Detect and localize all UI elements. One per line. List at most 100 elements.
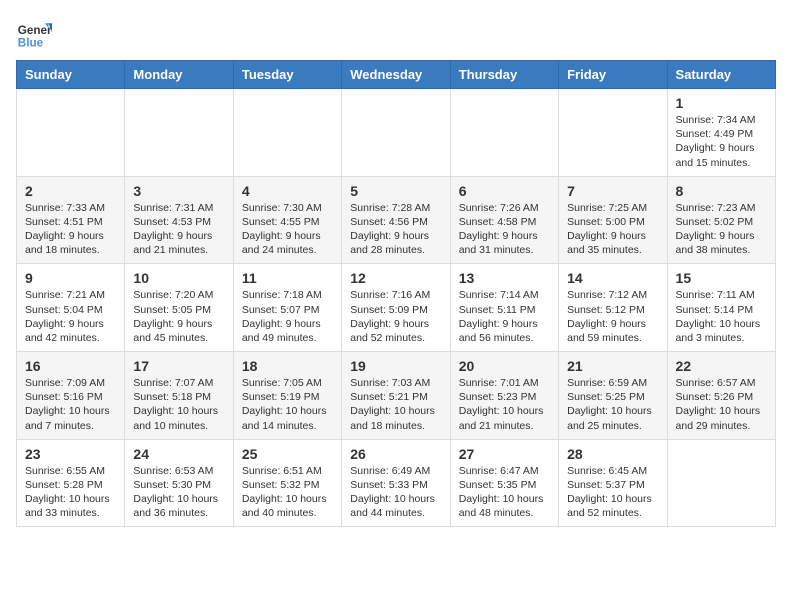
day-number: 28 (567, 446, 658, 462)
calendar-cell: 24 Sunrise: 6:53 AM Sunset: 5:30 PM Dayli… (125, 439, 233, 527)
calendar-week-row: 16 Sunrise: 7:09 AM Sunset: 5:16 PM Dayli… (17, 352, 776, 440)
cell-content: Sunrise: 7:05 AM Sunset: 5:19 PM Dayligh… (242, 376, 333, 433)
calendar-header-row: SundayMondayTuesdayWednesdayThursdayFrid… (17, 61, 776, 89)
calendar-cell: 4 Sunrise: 7:30 AM Sunset: 4:55 PM Daylig… (233, 176, 341, 264)
calendar-cell: 27 Sunrise: 6:47 AM Sunset: 5:35 PM Dayli… (450, 439, 558, 527)
calendar-cell: 9Sunrise: 7:21 AM Sunset: 5:04 PM Daylig… (17, 264, 125, 352)
day-number: 9 (25, 270, 116, 286)
calendar-cell: 7 Sunrise: 7:25 AM Sunset: 5:00 PM Daylig… (559, 176, 667, 264)
calendar-week-row: 1 Sunrise: 7:34 AM Sunset: 4:49 PM Daylig… (17, 89, 776, 177)
cell-content: Sunrise: 6:47 AM Sunset: 5:35 PM Dayligh… (459, 464, 550, 521)
svg-text:General: General (18, 24, 52, 37)
col-header-wednesday: Wednesday (342, 61, 450, 89)
day-number: 23 (25, 446, 116, 462)
calendar-cell: 23 Sunrise: 6:55 AM Sunset: 5:28 PM Dayli… (17, 439, 125, 527)
calendar-cell (233, 89, 341, 177)
page-header: General Blue (16, 16, 776, 52)
cell-content: Sunrise: 7:25 AM Sunset: 5:00 PM Dayligh… (567, 201, 658, 258)
calendar-cell: 12 Sunrise: 7:16 AM Sunset: 5:09 PM Dayli… (342, 264, 450, 352)
day-number: 5 (350, 183, 441, 199)
calendar-cell: 6 Sunrise: 7:26 AM Sunset: 4:58 PM Daylig… (450, 176, 558, 264)
cell-content: Sunrise: 6:45 AM Sunset: 5:37 PM Dayligh… (567, 464, 658, 521)
cell-content: Sunrise: 7:12 AM Sunset: 5:12 PM Dayligh… (567, 288, 658, 345)
calendar-cell (450, 89, 558, 177)
day-number: 3 (133, 183, 224, 199)
calendar-cell: 10 Sunrise: 7:20 AM Sunset: 5:05 PM Dayli… (125, 264, 233, 352)
cell-content: Sunrise: 6:57 AM Sunset: 5:26 PM Dayligh… (676, 376, 767, 433)
calendar-cell: 28 Sunrise: 6:45 AM Sunset: 5:37 PM Dayli… (559, 439, 667, 527)
calendar-cell: 19Sunrise: 7:03 AM Sunset: 5:21 PM Dayli… (342, 352, 450, 440)
calendar-cell: 16 Sunrise: 7:09 AM Sunset: 5:16 PM Dayli… (17, 352, 125, 440)
calendar-cell: 13Sunrise: 7:14 AM Sunset: 5:11 PM Dayli… (450, 264, 558, 352)
cell-content: Sunrise: 6:53 AM Sunset: 5:30 PM Dayligh… (133, 464, 224, 521)
calendar-week-row: 23 Sunrise: 6:55 AM Sunset: 5:28 PM Dayli… (17, 439, 776, 527)
day-number: 15 (676, 270, 767, 286)
cell-content: Sunrise: 7:20 AM Sunset: 5:05 PM Dayligh… (133, 288, 224, 345)
day-number: 16 (25, 358, 116, 374)
calendar-cell: 20 Sunrise: 7:01 AM Sunset: 5:23 PM Dayli… (450, 352, 558, 440)
day-number: 27 (459, 446, 550, 462)
calendar-cell: 2 Sunrise: 7:33 AM Sunset: 4:51 PM Daylig… (17, 176, 125, 264)
day-number: 7 (567, 183, 658, 199)
day-number: 12 (350, 270, 441, 286)
day-number: 2 (25, 183, 116, 199)
calendar-cell: 14 Sunrise: 7:12 AM Sunset: 5:12 PM Dayli… (559, 264, 667, 352)
day-number: 17 (133, 358, 224, 374)
day-number: 6 (459, 183, 550, 199)
calendar-cell: 17 Sunrise: 7:07 AM Sunset: 5:18 PM Dayli… (125, 352, 233, 440)
day-number: 14 (567, 270, 658, 286)
calendar-cell: 3 Sunrise: 7:31 AM Sunset: 4:53 PM Daylig… (125, 176, 233, 264)
calendar-cell: 15Sunrise: 7:11 AM Sunset: 5:14 PM Dayli… (667, 264, 775, 352)
day-number: 21 (567, 358, 658, 374)
day-number: 1 (676, 95, 767, 111)
calendar-cell: 5Sunrise: 7:28 AM Sunset: 4:56 PM Daylig… (342, 176, 450, 264)
calendar-cell (342, 89, 450, 177)
logo-icon: General Blue (16, 16, 52, 52)
cell-content: Sunrise: 6:49 AM Sunset: 5:33 PM Dayligh… (350, 464, 441, 521)
calendar-cell: 11 Sunrise: 7:18 AM Sunset: 5:07 PM Dayli… (233, 264, 341, 352)
day-number: 8 (676, 183, 767, 199)
day-number: 18 (242, 358, 333, 374)
calendar-cell: 1 Sunrise: 7:34 AM Sunset: 4:49 PM Daylig… (667, 89, 775, 177)
cell-content: Sunrise: 6:51 AM Sunset: 5:32 PM Dayligh… (242, 464, 333, 521)
cell-content: Sunrise: 7:09 AM Sunset: 5:16 PM Dayligh… (25, 376, 116, 433)
col-header-saturday: Saturday (667, 61, 775, 89)
day-number: 11 (242, 270, 333, 286)
col-header-tuesday: Tuesday (233, 61, 341, 89)
cell-content: Sunrise: 7:26 AM Sunset: 4:58 PM Dayligh… (459, 201, 550, 258)
calendar-cell: 8 Sunrise: 7:23 AM Sunset: 5:02 PM Daylig… (667, 176, 775, 264)
calendar-week-row: 2 Sunrise: 7:33 AM Sunset: 4:51 PM Daylig… (17, 176, 776, 264)
cell-content: Sunrise: 7:31 AM Sunset: 4:53 PM Dayligh… (133, 201, 224, 258)
col-header-sunday: Sunday (17, 61, 125, 89)
day-number: 24 (133, 446, 224, 462)
calendar-cell (125, 89, 233, 177)
cell-content: Sunrise: 7:30 AM Sunset: 4:55 PM Dayligh… (242, 201, 333, 258)
logo: General Blue (16, 16, 56, 52)
cell-content: Sunrise: 7:01 AM Sunset: 5:23 PM Dayligh… (459, 376, 550, 433)
calendar-cell (17, 89, 125, 177)
cell-content: Sunrise: 7:03 AM Sunset: 5:21 PM Dayligh… (350, 376, 441, 433)
day-number: 25 (242, 446, 333, 462)
day-number: 20 (459, 358, 550, 374)
svg-text:Blue: Blue (18, 37, 44, 50)
cell-content: Sunrise: 7:16 AM Sunset: 5:09 PM Dayligh… (350, 288, 441, 345)
cell-content: Sunrise: 7:23 AM Sunset: 5:02 PM Dayligh… (676, 201, 767, 258)
col-header-thursday: Thursday (450, 61, 558, 89)
calendar-table: SundayMondayTuesdayWednesdayThursdayFrid… (16, 60, 776, 527)
calendar-cell: 26Sunrise: 6:49 AM Sunset: 5:33 PM Dayli… (342, 439, 450, 527)
cell-content: Sunrise: 7:18 AM Sunset: 5:07 PM Dayligh… (242, 288, 333, 345)
cell-content: Sunrise: 7:33 AM Sunset: 4:51 PM Dayligh… (25, 201, 116, 258)
day-number: 4 (242, 183, 333, 199)
day-number: 22 (676, 358, 767, 374)
col-header-monday: Monday (125, 61, 233, 89)
calendar-cell (667, 439, 775, 527)
calendar-week-row: 9Sunrise: 7:21 AM Sunset: 5:04 PM Daylig… (17, 264, 776, 352)
calendar-cell: 22 Sunrise: 6:57 AM Sunset: 5:26 PM Dayli… (667, 352, 775, 440)
cell-content: Sunrise: 7:07 AM Sunset: 5:18 PM Dayligh… (133, 376, 224, 433)
cell-content: Sunrise: 7:34 AM Sunset: 4:49 PM Dayligh… (676, 113, 767, 170)
calendar-cell (559, 89, 667, 177)
day-number: 10 (133, 270, 224, 286)
cell-content: Sunrise: 6:55 AM Sunset: 5:28 PM Dayligh… (25, 464, 116, 521)
cell-content: Sunrise: 6:59 AM Sunset: 5:25 PM Dayligh… (567, 376, 658, 433)
calendar-cell: 25 Sunrise: 6:51 AM Sunset: 5:32 PM Dayli… (233, 439, 341, 527)
